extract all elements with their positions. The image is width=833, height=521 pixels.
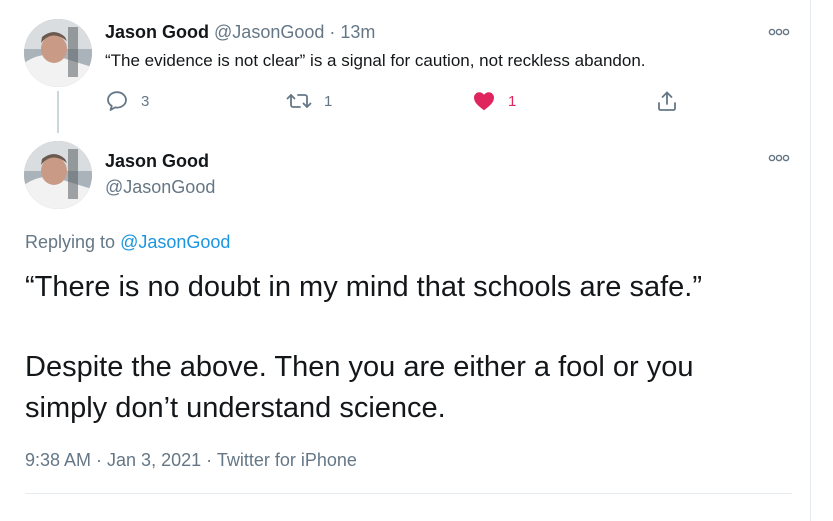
tweet-body-line-2: Despite the above. Then you are either a… xyxy=(25,351,694,383)
heart-icon xyxy=(474,92,494,111)
tweet-text: “The evidence is not clear” is a signal … xyxy=(105,51,646,70)
meta-separator: · xyxy=(206,450,213,470)
more-icon[interactable] xyxy=(768,153,790,163)
more-icon[interactable] xyxy=(768,27,790,37)
time-ago[interactable]: 13m xyxy=(340,22,375,42)
retweet-count: 1 xyxy=(324,92,333,110)
display-name[interactable]: Jason Good xyxy=(105,151,209,172)
tweet-body-line-1: “There is no doubt in my mind that schoo… xyxy=(25,271,702,303)
tweet-header: Jason Good @JasonGood · 13m xyxy=(105,22,375,43)
tweet-meta: 9:38 AM · Jan 3, 2021 · Twitter for iPho… xyxy=(25,450,357,471)
share-button[interactable] xyxy=(655,88,679,114)
frame-border xyxy=(810,0,811,521)
reply-button[interactable]: 3 xyxy=(105,88,149,114)
avatar[interactable] xyxy=(24,141,92,209)
tweet-body-line-3: simply don’t understand science. xyxy=(25,392,446,424)
handle[interactable]: @JasonGood xyxy=(105,177,215,198)
thread-line xyxy=(57,91,59,133)
share-icon xyxy=(658,91,676,111)
reply-count: 3 xyxy=(141,92,150,110)
retweet-icon xyxy=(286,94,312,108)
like-count: 1 xyxy=(508,92,517,110)
like-button[interactable]: 1 xyxy=(472,88,516,114)
divider xyxy=(25,493,792,494)
replying-prefix: Replying to xyxy=(25,232,116,252)
tweet-source[interactable]: Twitter for iPhone xyxy=(217,450,357,470)
replying-to: Replying to @JasonGood xyxy=(25,232,230,253)
retweet-button[interactable]: 1 xyxy=(286,88,332,114)
replying-mention[interactable]: @JasonGood xyxy=(120,232,230,252)
header-separator: · xyxy=(329,22,336,42)
tweet-timestamp[interactable]: 9:38 AM · Jan 3, 2021 xyxy=(25,450,201,470)
avatar[interactable] xyxy=(24,19,92,87)
display-name[interactable]: Jason Good xyxy=(105,22,209,42)
reply-icon xyxy=(107,91,127,111)
handle[interactable]: @JasonGood xyxy=(214,22,324,42)
